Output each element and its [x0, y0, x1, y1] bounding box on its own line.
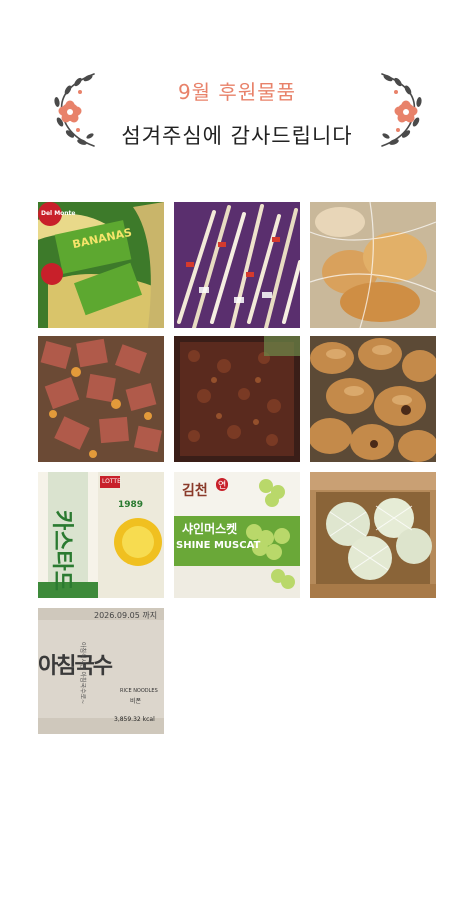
- snack-label: 카스타드: [49, 510, 74, 591]
- brand-label: 김천: [182, 483, 208, 499]
- floral-wreath-icon: [381, 73, 422, 147]
- photo-pastries-bag[interactable]: [310, 202, 436, 328]
- noodle-calories: 3,859.32 kcal: [114, 716, 155, 723]
- noodle-slogan: 아침식사는 아침국수로~: [79, 642, 86, 705]
- grape-label: 샤인머스켓: [182, 522, 238, 536]
- photo-sausage-chunks[interactable]: [38, 336, 164, 462]
- noodle-product-kr: 비폰: [130, 698, 142, 705]
- header: 9월 후원물품 섬겨주심에 감사드립니다: [0, 60, 474, 170]
- photo-marinated-meat[interactable]: [174, 336, 300, 462]
- photo-custard-snack[interactable]: LOTTE 카스타드 1989: [38, 472, 164, 598]
- photo-bread-rolls[interactable]: [310, 336, 436, 462]
- photo-sticks[interactable]: [174, 202, 300, 328]
- expiry-date: 2026.09.05 까지: [94, 611, 158, 620]
- photo-melons-box[interactable]: [310, 472, 436, 598]
- brand-label: Del Monte: [41, 210, 76, 217]
- photo-rice-noodles[interactable]: 2026.09.05 까지 아침국수 아침식사는 아침국수로~ RICE NOO…: [38, 608, 164, 734]
- brand-label: LOTTE: [102, 478, 121, 485]
- snack-year: 1989: [118, 500, 144, 510]
- noodle-brand-label: 아침국수: [38, 654, 113, 679]
- photo-bananas[interactable]: Del Monte BANANAS: [38, 202, 164, 328]
- grape-label-en: SHINE MUSCAT: [176, 540, 261, 551]
- photo-shine-muscat[interactable]: 김천 연 샤인머스켓 SHINE MUSCAT: [174, 472, 300, 598]
- noodle-product: RICE NOODLES: [120, 688, 158, 694]
